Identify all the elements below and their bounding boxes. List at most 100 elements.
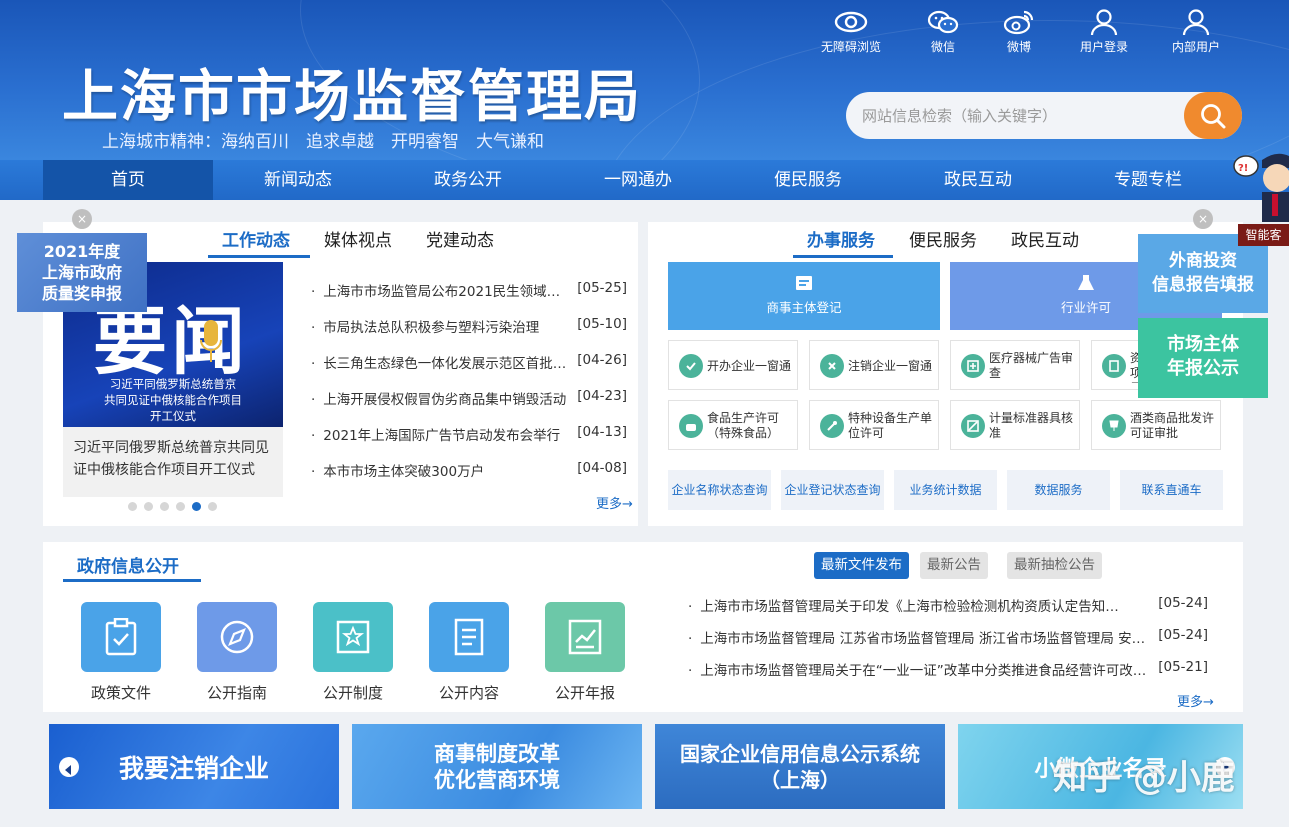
annual-report-label[interactable]: 公开年报 bbox=[545, 682, 625, 703]
search-input[interactable] bbox=[862, 103, 1182, 129]
document-icon bbox=[1102, 354, 1126, 378]
news-list-item[interactable]: 长三角生态绿色一体化发展示范区首批…[04-26] bbox=[311, 352, 627, 372]
notice-title: 上海市市场监督管理局关于在“一业一证”改革中分类推进食品经营许可改… bbox=[688, 659, 1160, 679]
notice-list-item[interactable]: 上海市市场监督管理局关于在“一业一证”改革中分类推进食品经营许可改…[05-21… bbox=[688, 659, 1208, 679]
disclosure-guide-label[interactable]: 公开指南 bbox=[197, 682, 277, 703]
search-icon bbox=[1201, 103, 1226, 128]
nav-item-home[interactable]: 首页 bbox=[43, 160, 213, 200]
service-tile-special-equipment[interactable]: 特种设备生产单位许可 bbox=[809, 400, 939, 450]
direct-contact-button[interactable]: 联系直通车 bbox=[1120, 470, 1223, 510]
service-tile-open-company[interactable]: 开办企业一窗通 bbox=[668, 340, 798, 390]
service-tile-liquor-license[interactable]: 酒类商品批发许可证审批 bbox=[1091, 400, 1221, 450]
service-tile-close-company[interactable]: 注销企业一窗通 bbox=[809, 340, 939, 390]
policy-documents-button[interactable] bbox=[81, 602, 161, 672]
service-tile-food-license[interactable]: 食品生产许可（特殊食品） bbox=[668, 400, 798, 450]
service-tile-label: 酒类商品批发许可证审批 bbox=[1130, 411, 1215, 440]
latest-files-pill[interactable]: 最新文件发布 bbox=[814, 552, 909, 579]
smart-assistant[interactable]: ?! 智能客 bbox=[1232, 146, 1289, 246]
business-registration-tile[interactable]: 商事主体登记 bbox=[668, 262, 940, 330]
nav-item-one-stop-service[interactable]: 一网通办 bbox=[553, 160, 723, 200]
latest-announcements-pill[interactable]: 最新公告 bbox=[920, 552, 988, 579]
carousel-dot[interactable] bbox=[128, 502, 137, 511]
data-service-button[interactable]: 数据服务 bbox=[1007, 470, 1110, 510]
eye-icon bbox=[834, 11, 868, 33]
tab-party-news[interactable]: 党建动态 bbox=[426, 226, 494, 251]
city-motto: 上海城市精神：海纳百川 追求卓越 开明睿智 大气谦和 bbox=[102, 132, 544, 152]
disclosure-content-button[interactable] bbox=[429, 602, 509, 672]
service-tile-medical-ad[interactable]: 医疗器械广告审查 bbox=[950, 340, 1080, 390]
credit-info-system-banner[interactable]: 国家企业信用信息公示系统 （上海） bbox=[655, 724, 945, 809]
user-login-label: 用户登录 bbox=[1079, 40, 1128, 54]
disclosure-content-label[interactable]: 公开内容 bbox=[429, 682, 509, 703]
carousel-dot[interactable] bbox=[160, 502, 169, 511]
carousel-dot[interactable] bbox=[144, 502, 153, 511]
star-frame-icon bbox=[336, 620, 370, 654]
tab-office-service[interactable]: 办事服务 bbox=[807, 226, 875, 251]
news-list-item[interactable]: 本市市场主体突破300万户[04-08] bbox=[311, 460, 627, 480]
disclosure-guide-button[interactable] bbox=[197, 602, 277, 672]
carousel-dot[interactable] bbox=[208, 502, 217, 511]
nav-item-interaction[interactable]: 政民互动 bbox=[893, 160, 1063, 200]
wechat-link[interactable]: 微信 bbox=[903, 8, 983, 55]
service-tile-investment[interactable]: 企业投资项目核准 bbox=[1091, 340, 1139, 390]
left-float-close-button[interactable]: × bbox=[72, 209, 92, 229]
news-list-item[interactable]: 2021年上海国际广告节启动发布会举行[04-13] bbox=[311, 424, 627, 444]
cancel-icon bbox=[820, 354, 844, 378]
business-statistics-button[interactable]: 业务统计数据 bbox=[894, 470, 997, 510]
tab-public-service[interactable]: 便民服务 bbox=[909, 226, 977, 251]
accessibility-label: 无障碍浏览 bbox=[820, 40, 881, 54]
carousel-prev-button[interactable] bbox=[59, 757, 79, 777]
annual-report-button[interactable] bbox=[545, 602, 625, 672]
carousel-dot[interactable] bbox=[176, 502, 185, 511]
business-registration-label: 商事主体登记 bbox=[766, 300, 842, 315]
service-tile-measurement[interactable]: 计量标准器具核准 bbox=[950, 400, 1080, 450]
tab-work-news[interactable]: 工作动态 bbox=[222, 226, 290, 251]
news-date: [04-13] bbox=[577, 424, 627, 440]
news-title: 2021年上海国际广告节启动发布会举行 bbox=[311, 424, 573, 444]
nav-item-news[interactable]: 新闻动态 bbox=[213, 160, 383, 200]
right-float-close-button[interactable]: × bbox=[1193, 209, 1213, 229]
nav-item-public-service[interactable]: 便民服务 bbox=[723, 160, 893, 200]
tab-interaction[interactable]: 政民互动 bbox=[1011, 226, 1079, 251]
notice-list-item[interactable]: 上海市市场监督管理局 江苏省市场监督管理局 浙江省市场监督管理局 安…[05-2… bbox=[688, 627, 1208, 647]
document-icon bbox=[796, 276, 812, 290]
news-list-item[interactable]: 上海开展侵权假冒伪劣商品集中销毁活动[04-23] bbox=[311, 388, 627, 408]
nav-item-government-affairs[interactable]: 政务公开 bbox=[383, 160, 553, 200]
svg-text:?!: ?! bbox=[1238, 163, 1248, 174]
gov-info-title-underline bbox=[63, 579, 201, 582]
medical-icon bbox=[961, 354, 985, 378]
news-list-item[interactable]: 上海市市场监管局公布2021民生领域…[05-25] bbox=[311, 280, 627, 300]
service-tile-label: 计量标准器具核准 bbox=[989, 411, 1074, 440]
notice-list-item[interactable]: 上海市市场监督管理局关于印发《上海市检验检测机构资质认定告知…[05-24] bbox=[688, 595, 1208, 615]
news-title: 本市市场主体突破300万户 bbox=[311, 460, 573, 480]
quality-award-float[interactable]: 2021年度 上海市政府 质量奖申报 bbox=[17, 233, 147, 312]
service-tile-label: 注销企业一窗通 bbox=[848, 358, 933, 373]
disclosure-rules-label[interactable]: 公开制度 bbox=[313, 682, 393, 703]
business-reform-banner[interactable]: 商事制度改革 优化营商环境 bbox=[352, 724, 642, 809]
accessibility-link[interactable]: 无障碍浏览 bbox=[811, 8, 891, 55]
deregister-company-banner[interactable]: 我要注销企业 bbox=[49, 724, 339, 809]
market-entity-annual-report-float[interactable]: 市场主体 年报公示 bbox=[1138, 318, 1268, 398]
search-button[interactable] bbox=[1184, 92, 1242, 139]
notice-more-link[interactable]: 更多→ bbox=[1177, 691, 1214, 710]
news-date: [05-10] bbox=[577, 316, 627, 332]
feature-news-caption[interactable]: 习近平同俄罗斯总统普京共同见证中俄核能合作项目开工仪式 bbox=[63, 427, 283, 497]
weibo-link[interactable]: 微博 bbox=[979, 8, 1059, 55]
user-login-link[interactable]: 用户登录 bbox=[1064, 8, 1144, 55]
internal-user-link[interactable]: 内部用户 bbox=[1156, 8, 1236, 55]
latest-inspection-pill[interactable]: 最新抽检公告 bbox=[1007, 552, 1102, 579]
company-name-query-button[interactable]: 企业名称状态查询 bbox=[668, 470, 771, 510]
tab-media-view[interactable]: 媒体视点 bbox=[324, 226, 392, 251]
policy-documents-label[interactable]: 政策文件 bbox=[81, 682, 161, 703]
carousel-dot-active[interactable] bbox=[192, 502, 201, 511]
flask-icon bbox=[1078, 275, 1094, 290]
company-registration-query-button[interactable]: 企业登记状态查询 bbox=[781, 470, 884, 510]
nav-item-special-topics[interactable]: 专题专栏 bbox=[1063, 160, 1233, 200]
news-list-item[interactable]: 市局执法总队积极参与塑料污染治理[05-10] bbox=[311, 316, 627, 336]
smart-assistant-label: 智能客 bbox=[1238, 224, 1289, 246]
disclosure-rules-button[interactable] bbox=[313, 602, 393, 672]
news-more-link[interactable]: 更多→ bbox=[596, 493, 633, 512]
site-title[interactable]: 上海市市场监督管理局 bbox=[62, 52, 642, 133]
chevron-left-icon bbox=[65, 765, 71, 775]
news-title: 上海市市场监管局公布2021民生领域… bbox=[311, 280, 573, 300]
